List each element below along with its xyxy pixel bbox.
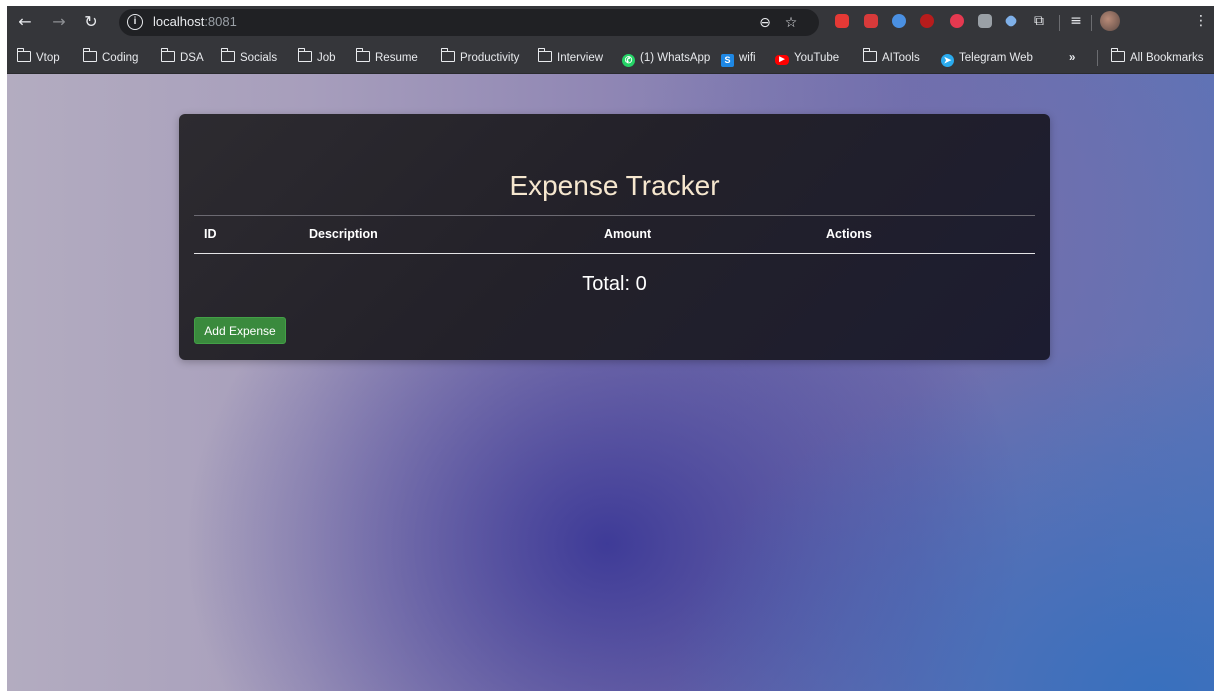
bookmark-folder-socials[interactable]: Socials (220, 48, 277, 66)
folder-icon (1110, 48, 1125, 62)
header-description: Description (309, 227, 378, 241)
folder-icon (537, 48, 552, 62)
profile-avatar[interactable] (1100, 11, 1120, 31)
folder-icon (16, 48, 31, 62)
bookmark-folder-coding[interactable]: Coding (82, 48, 138, 66)
expense-table: ID Description Amount Actions (194, 215, 1035, 254)
folder-icon (440, 48, 455, 62)
zoom-icon[interactable]: ⊖ (755, 13, 775, 33)
address-url[interactable]: localhost:8081 (153, 14, 237, 29)
extension-heart-icon[interactable] (950, 14, 964, 28)
reload-icon[interactable]: ↻ (79, 10, 103, 34)
media-queue-icon[interactable]: ≡ (1066, 11, 1086, 31)
bookmark-folder-job[interactable]: Job (297, 48, 336, 66)
bookmark-folder-resume[interactable]: Resume (355, 48, 418, 66)
wifi-s-icon: S (721, 54, 734, 67)
bookmark-folder-interview[interactable]: Interview (537, 48, 603, 66)
folder-icon (862, 48, 877, 62)
all-bookmarks-button[interactable]: All Bookmarks (1110, 48, 1204, 66)
bookmark-folder-dsa[interactable]: DSA (160, 48, 204, 66)
star-icon[interactable]: ☆ (781, 13, 801, 33)
extension-blue-icon[interactable] (892, 14, 906, 28)
toolbar-separator (1059, 15, 1060, 31)
site-info-icon[interactable]: i (127, 14, 143, 30)
table-header-row: ID Description Amount Actions (194, 215, 1035, 254)
add-expense-button[interactable]: Add Expense (194, 317, 286, 344)
expense-tracker-card: Expense Tracker ID Description Amount Ac… (179, 114, 1050, 360)
address-bar[interactable]: i localhost:8081 ⊖ ☆ (119, 9, 819, 36)
header-id: ID (204, 227, 217, 241)
extension-card-icon[interactable] (978, 14, 992, 28)
bookmark-folder-aitools[interactable]: AITools (862, 48, 920, 66)
total-amount: Total: 0 (582, 273, 647, 295)
toolbar-separator (1091, 15, 1092, 31)
page-viewport: Expense Tracker ID Description Amount Ac… (7, 74, 1214, 691)
bookmarks-overflow-button[interactable]: » (1069, 50, 1075, 66)
page-title: Expense Tracker (509, 170, 720, 201)
bookmark-folder-vtop[interactable]: Vtop (16, 48, 60, 66)
puzzle-icon[interactable]: ⧉ (1029, 11, 1049, 31)
bookmarks-bar: Vtop Coding DSA Socials Job Resume Produ… (7, 42, 1214, 74)
header-amount: Amount (604, 227, 652, 241)
forward-arrow-icon[interactable]: → (47, 10, 71, 34)
header-actions: Actions (826, 227, 872, 241)
ublock-icon[interactable] (920, 14, 934, 28)
extension-hand-icon[interactable] (835, 14, 849, 28)
folder-icon (82, 48, 97, 62)
bookmark-telegram[interactable]: ➤ Telegram Web (941, 50, 1033, 67)
youtube-icon: ▶ (775, 55, 789, 65)
browser-window: ← → ↻ i localhost:8081 ⊖ ☆ ⧉ ≡ ⋮ Vtop Co… (7, 6, 1214, 691)
folder-icon (297, 48, 312, 62)
extension-red-icon[interactable] (864, 14, 878, 28)
bookmark-folder-productivity[interactable]: Productivity (440, 48, 519, 66)
browser-toolbar: ← → ↻ i localhost:8081 ⊖ ☆ ⧉ ≡ ⋮ (7, 6, 1214, 42)
bookmark-youtube[interactable]: ▶ YouTube (775, 50, 839, 66)
extension-diamond-icon[interactable] (1003, 13, 1019, 29)
kebab-menu-icon[interactable]: ⋮ (1191, 11, 1211, 31)
folder-icon (355, 48, 370, 62)
telegram-icon: ➤ (941, 54, 954, 67)
bookmark-wifi[interactable]: Swifi (721, 50, 756, 67)
back-arrow-icon[interactable]: ← (13, 10, 37, 34)
folder-icon (160, 48, 175, 62)
whatsapp-icon: ✆ (622, 54, 635, 67)
bookmark-whatsapp[interactable]: ✆ (1) WhatsApp (622, 50, 710, 67)
folder-icon (220, 48, 235, 62)
bookmarks-separator (1097, 50, 1098, 66)
